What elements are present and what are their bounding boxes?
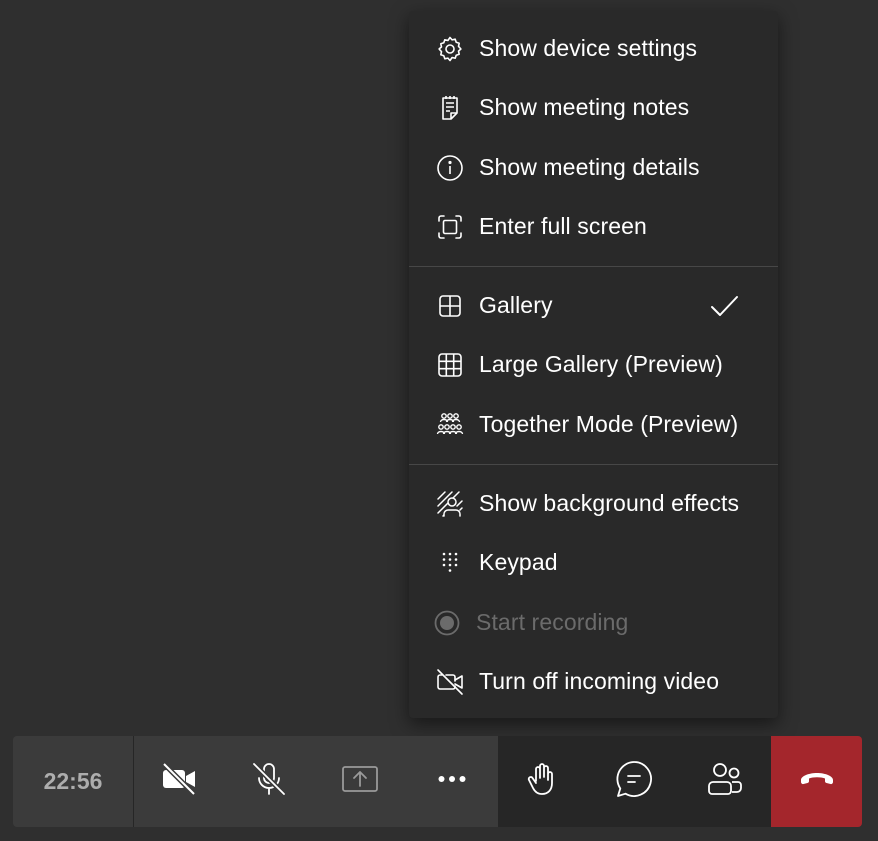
background-effects-icon	[435, 489, 465, 519]
menu-item-device-settings[interactable]: Show device settings	[409, 20, 778, 76]
video-off-icon	[435, 667, 465, 697]
raise-hand-button[interactable]	[498, 736, 588, 827]
hang-up-icon	[797, 759, 837, 804]
menu-item-full-screen[interactable]: Enter full screen	[409, 198, 778, 254]
together-mode-icon	[435, 410, 465, 440]
hand-icon	[523, 759, 563, 804]
info-icon	[435, 153, 465, 183]
menu-item-large-gallery[interactable]: Large Gallery (Preview)	[409, 336, 778, 392]
menu-item-label: Large Gallery (Preview)	[479, 350, 723, 377]
share-tray-icon	[340, 759, 380, 804]
menu-item-meeting-notes[interactable]: Show meeting notes	[409, 79, 778, 135]
menu-item-label: Show meeting notes	[479, 93, 690, 120]
mic-off-icon	[249, 759, 289, 804]
chat-icon	[614, 759, 654, 804]
menu-item-label: Gallery	[479, 291, 553, 318]
call-controls-left: 22:56	[13, 736, 498, 827]
leave-call-button[interactable]	[771, 736, 862, 827]
menu-item-turn-off-incoming-video[interactable]: Turn off incoming video	[409, 653, 778, 709]
menu-item-start-recording[interactable]: Start recording	[409, 594, 778, 650]
menu-item-keypad[interactable]: Keypad	[409, 534, 778, 590]
notes-icon	[435, 93, 465, 123]
share-screen-button[interactable]	[315, 736, 405, 827]
menu-item-label: Enter full screen	[479, 212, 647, 239]
menu-item-label: Turn off incoming video	[479, 667, 720, 694]
checkmark-icon	[709, 291, 739, 321]
more-actions-menu: Show device settings Show meeting notes …	[409, 11, 778, 718]
keypad-icon	[435, 548, 465, 578]
menu-item-label: Show meeting details	[479, 153, 700, 180]
menu-divider	[409, 464, 778, 465]
chat-button[interactable]	[589, 736, 679, 827]
menu-item-meeting-details[interactable]: Show meeting details	[409, 139, 778, 195]
record-icon	[432, 608, 462, 638]
fullscreen-icon	[435, 212, 465, 242]
gear-icon	[435, 34, 465, 64]
menu-item-label: Show background effects	[479, 489, 740, 516]
camera-off-icon	[159, 759, 199, 804]
menu-item-gallery[interactable]: Gallery	[409, 277, 778, 333]
more-actions-button[interactable]	[407, 736, 497, 827]
call-timer: 22:56	[43, 768, 103, 794]
menu-item-together-mode[interactable]: Together Mode (Preview)	[409, 396, 778, 452]
large-gallery-icon	[435, 350, 465, 380]
menu-item-label: Show device settings	[479, 34, 698, 61]
menu-item-label: Keypad	[479, 548, 558, 575]
menu-item-label: Start recording	[476, 608, 629, 635]
mic-toggle-button[interactable]	[224, 736, 314, 827]
menu-divider	[409, 266, 778, 267]
call-controls-right	[498, 736, 771, 827]
menu-item-label: Together Mode (Preview)	[479, 410, 739, 437]
camera-toggle-button[interactable]	[134, 736, 224, 827]
participants-button[interactable]	[680, 736, 770, 827]
menu-item-background-effects[interactable]: Show background effects	[409, 475, 778, 531]
gallery-icon	[435, 291, 465, 321]
people-icon	[705, 759, 745, 804]
call-controls-bar: 22:56	[13, 736, 862, 827]
ellipsis-icon	[432, 759, 472, 804]
